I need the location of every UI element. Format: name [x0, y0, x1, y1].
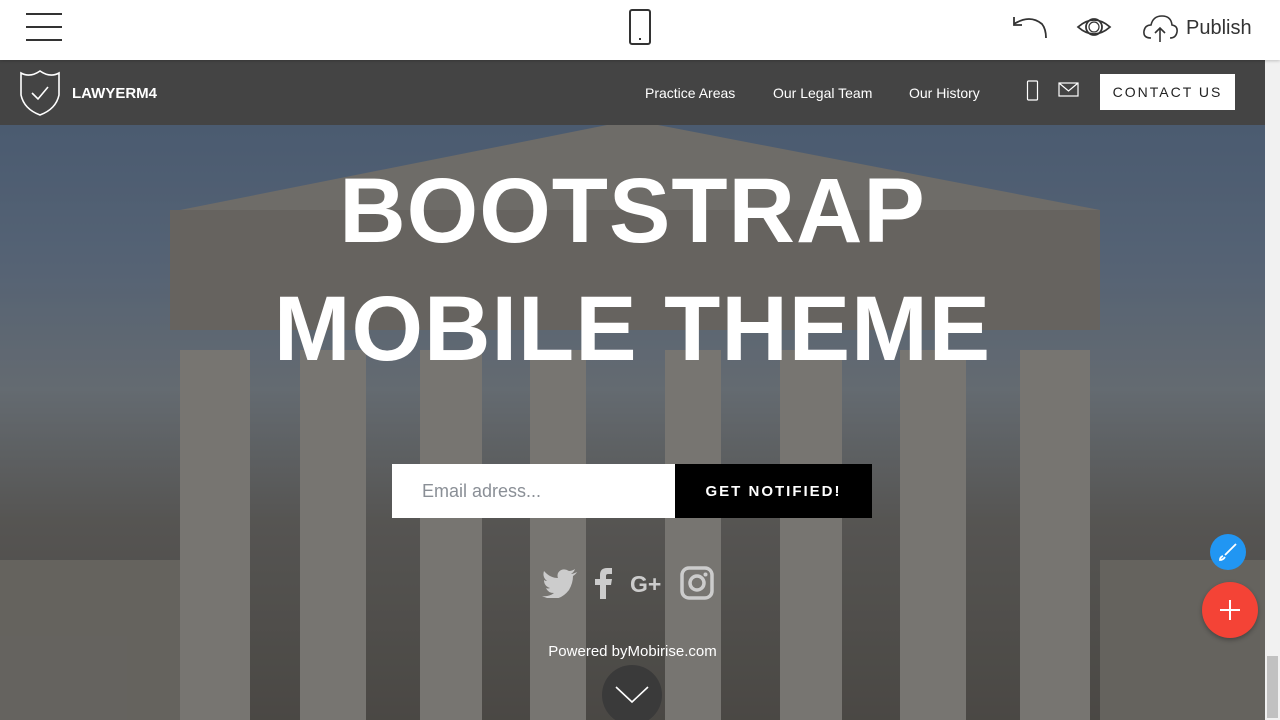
- google-plus-icon[interactable]: G+: [630, 570, 666, 596]
- add-block-button[interactable]: [1202, 582, 1258, 638]
- get-notified-button[interactable]: GET NOTIFIED!: [675, 464, 872, 518]
- undo-icon[interactable]: [1010, 12, 1048, 42]
- phone-icon[interactable]: [1026, 80, 1040, 102]
- publish-button[interactable]: Publish: [1142, 12, 1252, 44]
- nav-link-history[interactable]: Our History: [909, 85, 980, 101]
- hamburger-menu-icon[interactable]: [26, 13, 62, 41]
- hero-title-line-2: MOBILE THEME: [273, 278, 992, 380]
- cloud-upload-icon: [1143, 15, 1178, 42]
- mobile-view-icon[interactable]: [629, 9, 651, 45]
- scrollbar-thumb[interactable]: [1267, 656, 1278, 718]
- svg-text:G+: G+: [630, 571, 661, 596]
- editor-toolbar: Publish: [0, 0, 1280, 60]
- social-icons: G+: [542, 566, 714, 600]
- powered-by-text[interactable]: Powered byMobirise.com: [0, 643, 1265, 660]
- publish-label: Publish: [1186, 16, 1252, 39]
- brush-icon: [1219, 543, 1237, 561]
- brand-name: LAWYERM4: [72, 84, 158, 102]
- shield-logo-icon: [20, 70, 60, 116]
- twitter-icon[interactable]: [542, 568, 578, 598]
- scroll-down-button[interactable]: [602, 665, 662, 720]
- brand[interactable]: LAWYERM4: [18, 69, 157, 117]
- plus-icon: [1220, 600, 1240, 620]
- nav-link-practice-areas[interactable]: Practice Areas: [645, 85, 735, 101]
- chevron-down-icon: [615, 686, 649, 704]
- mail-icon[interactable]: [1058, 82, 1080, 98]
- site-preview: LAWYERM4 Practice Areas Our Legal Team O…: [0, 60, 1265, 720]
- contact-us-button[interactable]: CONTACT US: [1100, 74, 1235, 110]
- hero-title-line-1: BOOTSTRAP: [339, 160, 926, 262]
- nav-link-legal-team[interactable]: Our Legal Team: [773, 85, 872, 101]
- email-input[interactable]: [392, 464, 675, 518]
- hero-title: BOOTSTRAP MOBILE THEME: [0, 152, 1265, 388]
- instagram-icon[interactable]: [680, 566, 714, 600]
- facebook-icon[interactable]: [592, 567, 616, 599]
- notify-form: GET NOTIFIED!: [392, 464, 872, 518]
- scrollbar[interactable]: [1265, 60, 1280, 720]
- preview-eye-icon[interactable]: [1076, 12, 1114, 42]
- edit-style-button[interactable]: [1210, 534, 1246, 570]
- site-navbar: LAWYERM4 Practice Areas Our Legal Team O…: [0, 60, 1265, 125]
